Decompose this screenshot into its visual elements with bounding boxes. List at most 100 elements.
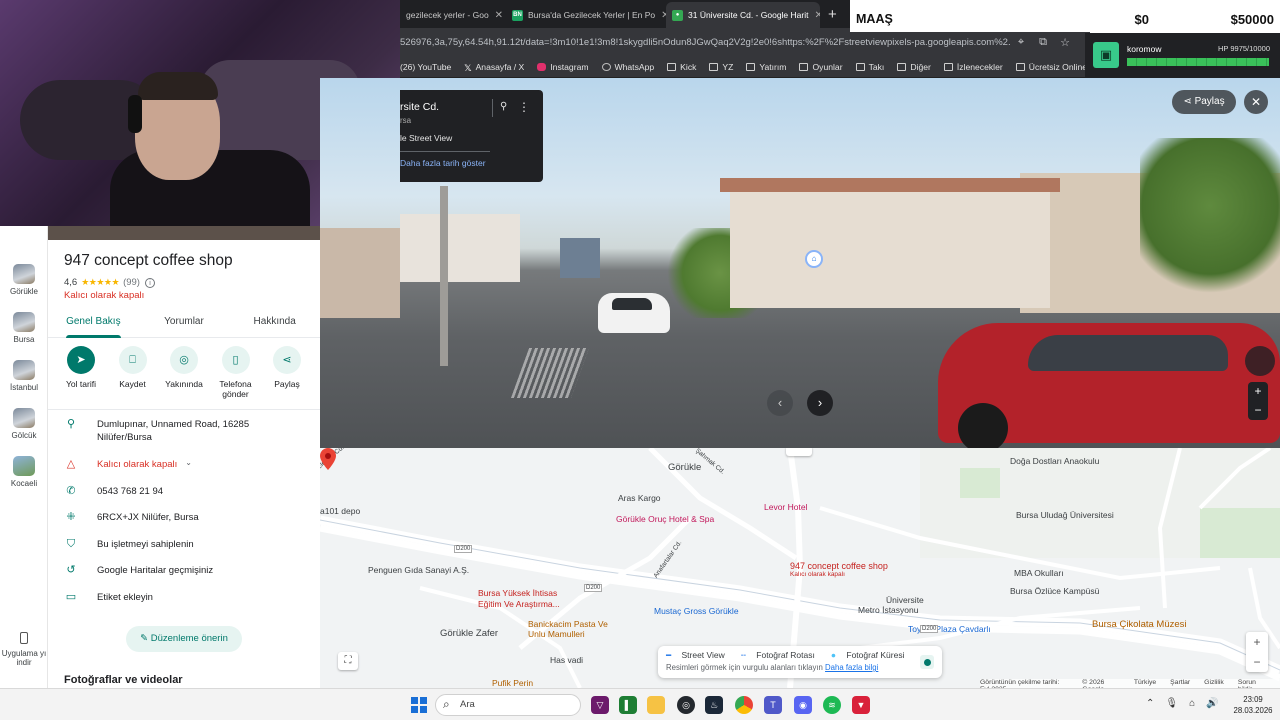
- next-arrow-icon[interactable]: ›: [807, 390, 833, 416]
- bookmark-folder-kick[interactable]: Kick: [667, 62, 696, 72]
- bookmark-instagram[interactable]: Instagram: [537, 62, 589, 72]
- app-icon-2[interactable]: ▌: [619, 696, 637, 714]
- zoom-out-icon[interactable]: −: [1246, 652, 1268, 672]
- bookmark-whatsapp[interactable]: WhatsApp: [601, 62, 654, 72]
- street-view-layer-toggle[interactable]: [920, 655, 934, 669]
- microphone-icon[interactable]: 🎙: [1165, 698, 1178, 709]
- close-tab-icon[interactable]: ✕: [495, 10, 503, 21]
- teams-icon[interactable]: T: [764, 696, 782, 714]
- map-label: Metro İstasyonu: [858, 605, 919, 615]
- file-explorer-icon[interactable]: [647, 696, 665, 714]
- tab-reviews[interactable]: Yorumlar: [139, 306, 230, 337]
- spotify-icon[interactable]: ≋: [823, 696, 841, 714]
- app-icon-1[interactable]: ▽: [591, 696, 609, 714]
- maps-history-row[interactable]: ↺ Google Haritalar geçmişiniz: [48, 564, 320, 591]
- map-label[interactable]: Levor Hotel: [764, 502, 807, 512]
- map-resize-handle[interactable]: [786, 448, 812, 456]
- map-label-selected-place[interactable]: 947 concept coffee shop: [790, 561, 888, 571]
- taskbar-clock[interactable]: 23:09 28.03.2026: [1228, 694, 1278, 716]
- bookmark-folder-taki[interactable]: Takı: [855, 62, 884, 72]
- map-label: Bursa Uludağ Üniversitesi: [1016, 510, 1114, 520]
- sv-white-car: [598, 293, 670, 333]
- review-count[interactable]: (99): [123, 277, 140, 288]
- network-icon[interactable]: ⌂: [1189, 698, 1195, 709]
- map-label[interactable]: Bursa Çikolata Müzesi: [1092, 619, 1187, 630]
- steam-icon[interactable]: ♨: [705, 696, 723, 714]
- more-dates-link[interactable]: Daha fazla tarih göster: [400, 158, 486, 168]
- terms-link[interactable]: Şartlar: [1170, 679, 1190, 688]
- zoom-in-icon[interactable]: +: [1246, 632, 1268, 652]
- street-view-place-marker-icon[interactable]: ⌂: [805, 250, 823, 268]
- browser-tab-1[interactable]: BN Bursa'da Gezilecek Yerler | En Po ✕: [506, 2, 666, 28]
- url-field[interactable]: 526976,3a,75y,64.54h,91.12t/data=!3m10!1…: [400, 37, 1010, 48]
- address-row[interactable]: ⚲ Dumlupınar, Unnamed Road, 16285 Nilüfe…: [48, 418, 320, 458]
- learn-more-link[interactable]: Daha fazla bilgi: [825, 663, 878, 672]
- github-icon[interactable]: ◎: [677, 696, 695, 714]
- bookmark-x[interactable]: 𝕏 Anasayfa / X: [464, 62, 524, 73]
- place-panel: 947 concept coffee shop 4,6 ★★★★★ (99) i…: [48, 226, 320, 688]
- country-link[interactable]: Türkiye: [1134, 679, 1156, 688]
- recent-place-gorukle[interactable]: Görükle: [0, 264, 48, 296]
- privacy-link[interactable]: Gizlilik: [1204, 679, 1224, 688]
- compass-icon[interactable]: [1245, 346, 1275, 376]
- volume-icon[interactable]: 🔊: [1206, 698, 1218, 709]
- bookmark-folder-diger[interactable]: Diğer: [897, 62, 931, 72]
- close-icon[interactable]: ✕: [1244, 90, 1268, 114]
- directions-button[interactable]: ➤ Yol tarifi: [56, 346, 106, 399]
- windows-start-icon[interactable]: [411, 697, 427, 713]
- map-label[interactable]: Görükle Oruç Hotel & Spa: [616, 514, 714, 524]
- recent-place-golcuk[interactable]: Gölcük: [0, 408, 48, 440]
- recent-place-istanbul[interactable]: İstanbul: [0, 360, 48, 392]
- more-vert-icon[interactable]: ⋮: [518, 100, 530, 114]
- discord-icon[interactable]: ◉: [794, 696, 812, 714]
- bookmark-folder-oyunlar[interactable]: Oyunlar: [799, 62, 843, 72]
- sv-trees: [1140, 138, 1280, 308]
- suggest-edit-button[interactable]: ✎ Düzenleme önerin: [126, 626, 242, 652]
- bookmark-folder-yz[interactable]: YZ: [709, 62, 733, 72]
- recent-place-kocaeli[interactable]: Kocaeli: [0, 456, 48, 488]
- claim-business-row[interactable]: ⛉ Bu işletmeyi sahiplenin: [48, 538, 320, 565]
- phone-row[interactable]: ✆ 0543 768 21 94: [48, 485, 320, 512]
- chevron-up-icon[interactable]: ⌃: [1146, 698, 1154, 709]
- zoom-out-icon[interactable]: −: [1248, 401, 1268, 420]
- location-icon[interactable]: ⌖: [1010, 36, 1032, 49]
- bookmark-folder-yatirim[interactable]: Yatırım: [746, 62, 786, 72]
- label-icon: ▭: [65, 590, 77, 603]
- nearby-button[interactable]: ◎ Yakınında: [159, 346, 209, 399]
- map-pin-icon[interactable]: ⚲: [500, 101, 507, 112]
- place-hero-photo[interactable]: [48, 226, 320, 240]
- share-button[interactable]: ⋖ Paylaş: [262, 346, 312, 399]
- bookmark-youtube[interactable]: (26) YouTube: [400, 62, 451, 72]
- report-problem-link[interactable]: Sorun bildir: [1238, 679, 1266, 688]
- browser-tab-2[interactable]: ● 31 Üniversite Cd. - Google Harit ✕: [666, 2, 820, 28]
- previous-arrow-icon[interactable]: ‹: [767, 390, 793, 416]
- add-label-row[interactable]: ▭ Etiket ekleyin: [48, 591, 320, 618]
- new-tab-button[interactable]: +: [820, 2, 845, 28]
- zoom-in-icon[interactable]: +: [1248, 382, 1268, 401]
- map-label[interactable]: Banickacim Pasta Ve Unlu Mamulleri: [528, 619, 608, 639]
- map-label[interactable]: Bursa Yüksek İhtisas Eğitim Ve Araştırma…: [478, 588, 570, 610]
- info-icon[interactable]: i: [144, 277, 155, 288]
- app-icon-red[interactable]: ▼: [852, 696, 870, 714]
- browser-tab-0[interactable]: gezilecek yerler - Goo ✕: [400, 2, 506, 28]
- fullscreen-icon[interactable]: ⛶: [338, 652, 358, 670]
- get-app-button[interactable]: Uygulama yı indir: [0, 632, 48, 667]
- map-label[interactable]: Mustaç Gross Görükle: [654, 606, 739, 616]
- closed-status-row[interactable]: △ Kalıcı olarak kapalı ⌄: [48, 458, 320, 485]
- save-button[interactable]: ⎕ Kaydet: [108, 346, 158, 399]
- map-view[interactable]: Görükle Doğa Dostları Anaokulu Aras Karg…: [320, 448, 1280, 688]
- recent-place-bursa[interactable]: Bursa: [0, 312, 48, 344]
- chevron-down-icon[interactable]: ⌄: [185, 458, 192, 467]
- tab-overview[interactable]: Genel Bakış: [48, 306, 139, 338]
- install-app-icon[interactable]: ⧉: [1032, 36, 1054, 49]
- send-to-phone-button[interactable]: ▯ Telefona gönder: [211, 346, 261, 399]
- tab-about[interactable]: Hakkında: [229, 306, 320, 337]
- taskbar-search-input[interactable]: Ara: [435, 694, 581, 716]
- selected-place-pin-icon[interactable]: [320, 448, 336, 470]
- chrome-icon[interactable]: [735, 696, 753, 714]
- salary-current: $0: [1134, 11, 1149, 27]
- plus-code-row[interactable]: ⁜ 6RCX+JX Nilüfer, Bursa: [48, 511, 320, 538]
- bookmark-folder-izlenecekler[interactable]: İzlenecekler: [943, 62, 1003, 72]
- bookmark-star-icon[interactable]: ☆: [1054, 36, 1076, 49]
- street-view-share-button[interactable]: ⋖ Paylaş: [1172, 90, 1236, 114]
